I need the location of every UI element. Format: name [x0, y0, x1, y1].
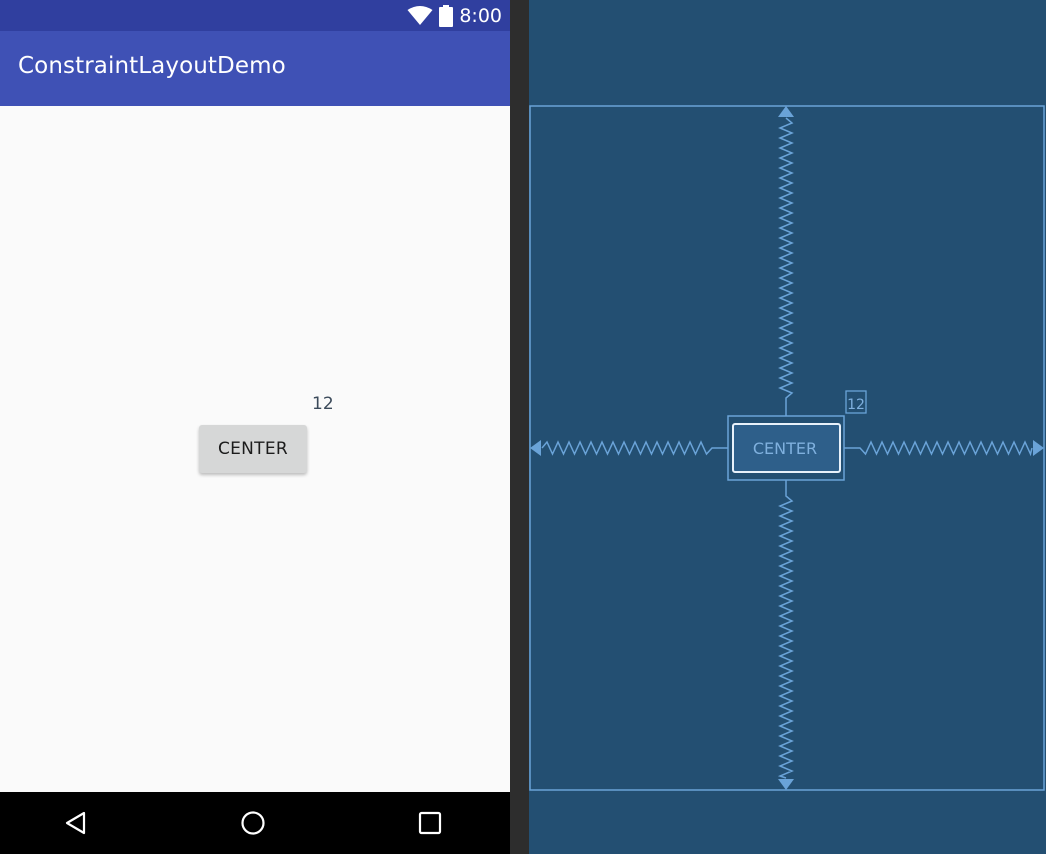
home-icon[interactable]: [240, 810, 266, 836]
blueprint-badge-label: 12: [847, 397, 865, 413]
bottom-anchor-arrow: [778, 779, 794, 790]
top-constraint-spring[interactable]: [778, 117, 794, 416]
app-title: ConstraintLayoutDemo: [18, 53, 286, 79]
center-button[interactable]: CENTER: [199, 425, 307, 473]
blueprint-view: CENTER 12: [529, 0, 1046, 854]
layout-content: 12 CENTER: [0, 106, 510, 792]
left-constraint-spring[interactable]: [541, 440, 728, 456]
phone-preview: 8:00 ConstraintLayoutDemo 12 CENTER: [0, 0, 510, 854]
battery-icon: [439, 5, 454, 27]
bottom-constraint-spring[interactable]: [777, 480, 794, 779]
panel-divider: [510, 0, 529, 854]
right-anchor-arrow: [1033, 440, 1044, 456]
left-anchor-arrow: [530, 440, 541, 456]
app-bar: ConstraintLayoutDemo: [0, 31, 510, 106]
top-anchor-arrow: [778, 106, 794, 117]
status-time: 8:00: [459, 5, 502, 27]
back-icon[interactable]: [63, 810, 89, 836]
recents-icon[interactable]: [417, 810, 443, 836]
badge-label: 12: [312, 394, 334, 414]
right-constraint-spring[interactable]: [844, 440, 1033, 457]
status-icons: 8:00: [407, 3, 502, 29]
wifi-icon: [407, 6, 433, 25]
status-bar: 8:00: [0, 0, 510, 31]
blueprint-button-label: CENTER: [753, 439, 817, 458]
blueprint-canvas: CENTER 12: [529, 105, 1045, 791]
navigation-bar: [0, 792, 510, 854]
